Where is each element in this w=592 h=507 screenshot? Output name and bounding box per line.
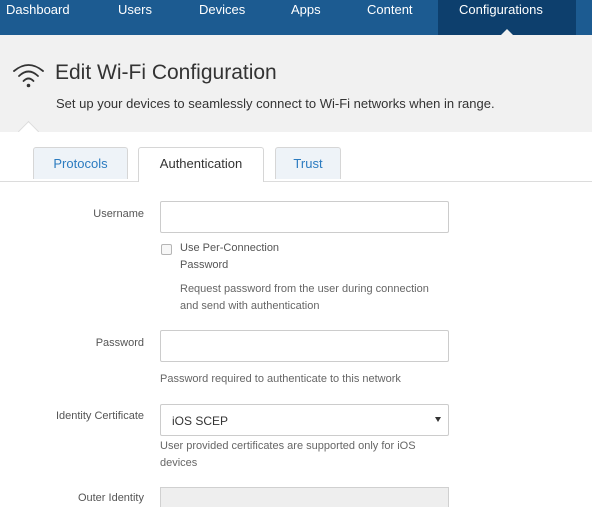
tab-trust[interactable]: Trust [275, 147, 341, 179]
page-title: Edit Wi-Fi Configuration [55, 61, 277, 84]
nav-configurations-label: Configurations [459, 2, 543, 17]
wifi-icon [13, 64, 44, 88]
tab-bar: Protocols Authentication Trust [0, 132, 592, 182]
nav-dashboard[interactable]: Dashboard [6, 0, 70, 35]
page-subtitle: Set up your devices to seamlessly connec… [56, 96, 495, 111]
tab-authentication[interactable]: Authentication [138, 147, 264, 182]
identity-certificate-help: User provided certificates are supported… [160, 438, 416, 472]
password-label: Password [95, 337, 144, 349]
chevron-down-icon [435, 417, 441, 422]
identity-certificate-select[interactable]: iOS SCEP [160, 404, 449, 436]
password-help: Password required to authenticate to thi… [160, 373, 401, 385]
outer-identity-label: Outer Identity [77, 492, 144, 504]
nav-apps[interactable]: Apps [291, 0, 321, 35]
nav-users[interactable]: Users [118, 0, 152, 35]
per-connection-password-label[interactable]: Use Per-Connection Password [180, 240, 279, 274]
nav-devices[interactable]: Devices [199, 0, 245, 35]
username-input[interactable] [160, 201, 449, 233]
outer-identity-input[interactable] [160, 487, 449, 507]
username-label: Username [93, 208, 144, 220]
page-header: Edit Wi-Fi Configuration Set up your dev… [0, 35, 592, 132]
nav-configurations[interactable]: Configurations [438, 0, 576, 35]
identity-certificate-help-line2: devices [160, 457, 198, 469]
per-connection-password-checkbox[interactable] [161, 244, 172, 255]
per-connection-help-line2: and send with authentication [180, 300, 320, 312]
tab-protocols[interactable]: Protocols [33, 147, 128, 179]
per-connection-help-line1: Request password from the user during co… [180, 283, 429, 295]
identity-certificate-help-line1: User provided certificates are supported… [160, 440, 416, 452]
nav-content[interactable]: Content [367, 0, 413, 35]
identity-certificate-value: iOS SCEP [172, 414, 229, 428]
per-connection-label-line2: Password [180, 259, 229, 271]
per-connection-label-line1: Use Per-Connection [180, 242, 280, 254]
top-navigation: Dashboard Users Devices Apps Content Con… [0, 0, 592, 35]
identity-certificate-label: Identity Certificate [55, 410, 144, 422]
per-connection-help: Request password from the user during co… [180, 281, 429, 315]
password-input[interactable] [160, 330, 449, 362]
